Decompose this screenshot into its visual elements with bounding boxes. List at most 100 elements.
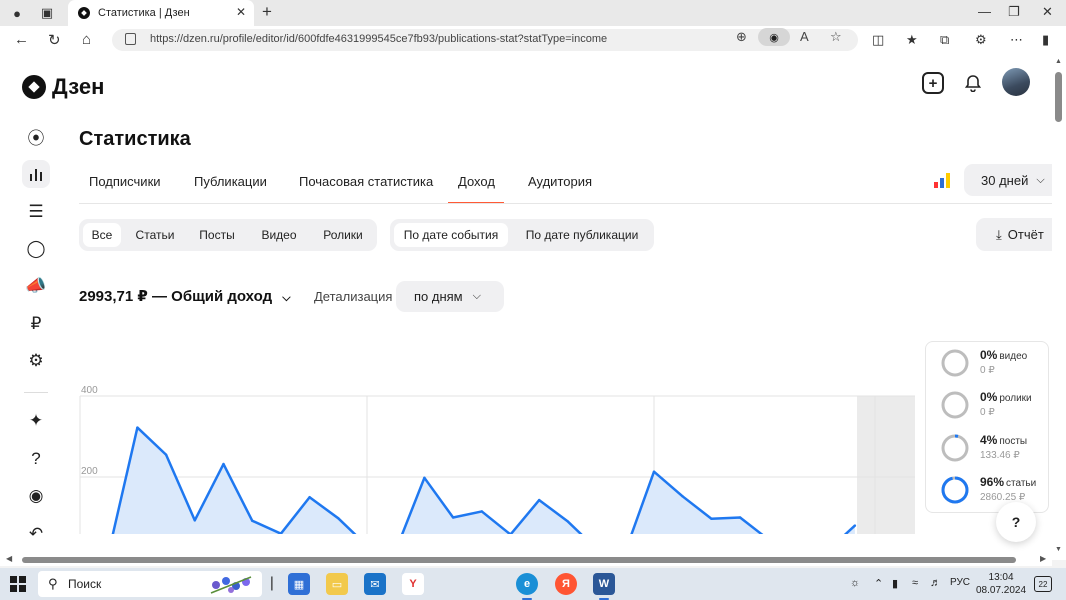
breakdown-item: 4% посты 133.46 ₽ <box>940 433 1050 467</box>
new-tab-icon[interactable]: + <box>262 2 272 22</box>
create-icon[interactable]: + <box>922 72 944 94</box>
breakdown-label: видео <box>999 351 1028 362</box>
help-circle-icon[interactable]: ? <box>22 445 50 473</box>
vertical-scroll-thumb[interactable] <box>1055 72 1062 122</box>
chevron-down-icon: ⌵ <box>282 292 291 304</box>
filter-articles[interactable]: Статьи <box>129 223 181 247</box>
total-income-select[interactable]: 2993,71 ₽ — Общий доход ⌵ <box>79 287 291 305</box>
search-highlight-art <box>210 576 252 594</box>
wifi-icon[interactable]: ≈ <box>912 577 918 589</box>
filter-posts[interactable]: Посты <box>191 223 243 247</box>
tray-expand-icon[interactable]: ⌃ <box>874 577 883 590</box>
mail-app-icon[interactable]: ✉ <box>364 573 386 595</box>
yandex-metrika-icon[interactable] <box>934 172 950 188</box>
collections-icon[interactable]: ⧉ <box>940 32 949 48</box>
taskbar-search[interactable]: ⚲ Поиск <box>38 571 262 597</box>
tab-income[interactable]: Доход <box>458 174 495 189</box>
profile-icon[interactable]: ● <box>8 4 26 22</box>
minimize-icon[interactable]: — <box>978 4 991 19</box>
extensions-icon[interactable]: ⚙ <box>975 32 987 48</box>
split-screen-icon[interactable]: ◫ <box>872 32 884 48</box>
download-icon: ⤓ <box>996 226 1002 242</box>
income-breakdown-card: 0% видео 0 ₽0% ролики 0 ₽4% посты 133.46 ₽96% с… <box>925 341 1049 513</box>
windows-start-icon[interactable] <box>10 576 26 592</box>
explorer-app-icon[interactable]: ▭ <box>326 573 348 595</box>
tracking-prevention-icon[interactable]: ◉ <box>758 28 790 46</box>
home-icon[interactable]: ⌂ <box>82 31 91 48</box>
word-app-icon[interactable]: W <box>593 573 615 600</box>
address-bar: ← ↻ ⌂ https://dzen.ru/profile/editor/id/… <box>0 26 1066 54</box>
y-tick-label: 200 <box>81 466 98 477</box>
tab-actions-icon[interactable]: ▣ <box>38 4 56 22</box>
volume-icon[interactable]: ♬ <box>930 577 941 589</box>
language-indicator[interactable]: РУС <box>950 577 970 588</box>
promotion-icon[interactable]: 📣 <box>22 272 50 300</box>
taskbar: ⚲ Поиск ❘ ▦ ▭ ✉ Y e Я W ☼ ⌃ ▮ ≈ ♬ РУС 13… <box>0 568 1066 600</box>
horizontal-scroll-thumb[interactable] <box>22 557 1016 563</box>
fire-icon[interactable]: ✦ <box>22 407 50 435</box>
edge-app-icon[interactable]: e <box>516 573 538 600</box>
report-label: Отчёт <box>1007 227 1044 242</box>
clock-date: 08.07.2024 <box>976 585 1027 596</box>
battery-icon[interactable]: ▮ <box>892 577 898 590</box>
data-point <box>681 495 684 498</box>
bell-icon[interactable] <box>962 72 984 94</box>
filter-all[interactable]: Все <box>83 223 121 247</box>
data-point <box>193 519 196 522</box>
filter-by-publication-date[interactable]: По дате публикации <box>514 223 650 247</box>
ring-chart <box>941 476 969 504</box>
data-point <box>451 516 455 519</box>
tab-subscribers[interactable]: Подписчики <box>89 174 161 189</box>
period-select[interactable]: 30 дней ⌵ <box>964 164 1052 196</box>
browser-tab[interactable]: Статистика | Дзен ✕ <box>68 0 254 26</box>
restore-icon[interactable]: ❐ <box>1008 4 1020 20</box>
yandex-app-icon[interactable]: Y <box>402 573 424 595</box>
back-arrow-icon[interactable]: ↶ <box>22 520 50 548</box>
filter-by-event-date[interactable]: По дате события <box>394 223 508 247</box>
sidebar-toggle-icon[interactable]: ▮ <box>1042 32 1049 48</box>
scroll-down-icon[interactable]: ▼ <box>1055 546 1062 553</box>
chat-icon[interactable]: ◉ <box>22 482 50 510</box>
search-icon: ⚲ <box>48 576 58 591</box>
dzen-logo[interactable]: Дзен <box>22 74 104 100</box>
zoom-icon[interactable]: ⊕ <box>736 29 747 45</box>
channels-icon[interactable]: ⦿ <box>22 122 50 150</box>
yandex-browser-app-icon[interactable]: Я <box>555 573 577 595</box>
close-tab-icon[interactable]: ✕ <box>236 5 246 19</box>
avatar[interactable] <box>1002 68 1030 96</box>
more-icon[interactable]: ⋯ <box>1010 32 1023 48</box>
detail-select[interactable]: по дням ⌵ <box>396 281 504 312</box>
vertical-scrollbar[interactable]: ▲ ▼ <box>1052 54 1066 560</box>
report-button[interactable]: ⤓ Отчёт <box>976 218 1052 251</box>
filter-video[interactable]: Видео <box>253 223 305 247</box>
help-button[interactable]: ? <box>996 502 1036 542</box>
filter-shorts[interactable]: Ролики <box>315 223 371 247</box>
favorites-icon[interactable]: ★ <box>906 32 918 48</box>
settings-icon[interactable]: ⚙ <box>22 347 50 375</box>
tab-hourly[interactable]: Почасовая статистика <box>299 174 433 189</box>
scroll-up-icon[interactable]: ▲ <box>1055 58 1062 65</box>
store-app-icon[interactable]: ▦ <box>288 573 310 595</box>
data-point <box>738 516 742 519</box>
statistics-icon[interactable] <box>22 160 50 188</box>
ruble-icon[interactable]: ₽ <box>22 310 50 338</box>
publications-icon[interactable]: ☰ <box>22 198 50 226</box>
reload-icon[interactable]: ↻ <box>48 31 61 49</box>
back-icon[interactable]: ← <box>14 31 29 48</box>
scroll-left-icon[interactable]: ◀ <box>6 554 12 563</box>
close-window-icon[interactable]: ✕ <box>1042 4 1053 20</box>
weather-icon[interactable]: ☼ <box>850 577 860 589</box>
horizontal-scrollbar[interactable]: ◀ ▶ <box>0 554 1052 566</box>
scroll-right-icon[interactable]: ▶ <box>1040 554 1046 563</box>
ring-track <box>941 349 969 377</box>
page: Дзен + ⦿ ☰ ◯ 📣 ₽ ⚙ ✦ ? ◉ ↶ Статистика По… <box>0 54 1052 560</box>
breakdown-percent-value: 96% <box>980 475 1005 489</box>
favorite-icon[interactable]: ☆ <box>830 29 842 45</box>
clock[interactable]: 13:04 08.07.2024 <box>976 571 1026 597</box>
read-aloud-icon[interactable]: A <box>800 29 809 44</box>
comments-icon[interactable]: ◯ <box>22 235 50 263</box>
future-period-shade <box>857 396 915 534</box>
notifications-icon[interactable]: 22 <box>1034 576 1052 592</box>
tab-publications[interactable]: Публикации <box>194 174 267 189</box>
tab-audience[interactable]: Аудитория <box>528 174 592 189</box>
